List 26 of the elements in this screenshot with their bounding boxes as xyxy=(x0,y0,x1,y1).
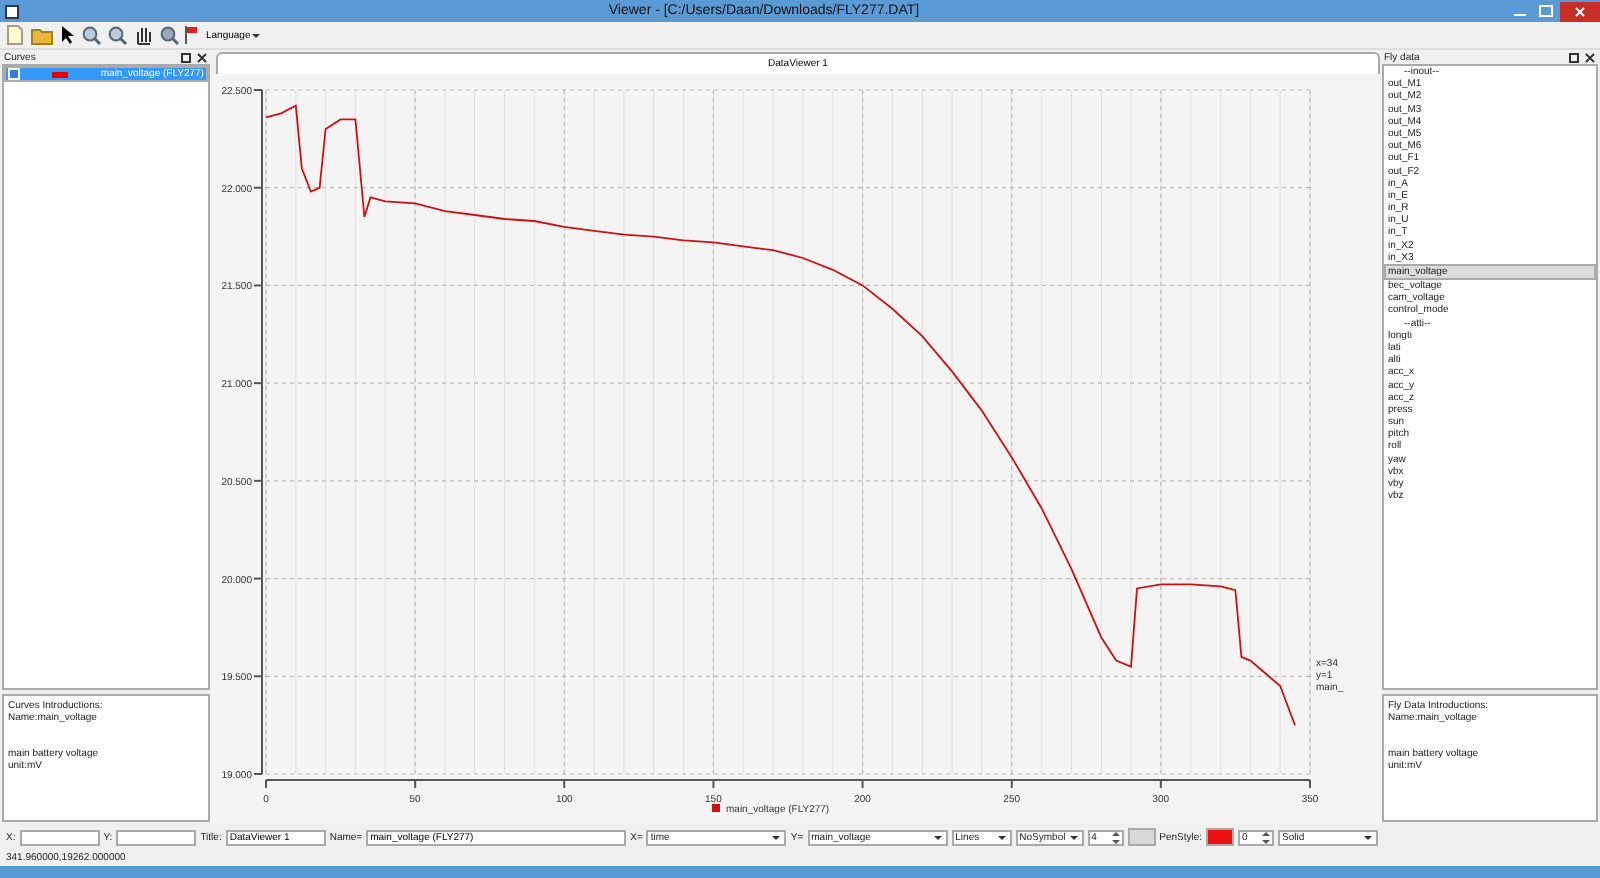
zoom-icon[interactable] xyxy=(158,24,180,46)
caret-icon xyxy=(772,833,783,841)
caret-icon xyxy=(997,833,1008,841)
hand-icon[interactable] xyxy=(132,24,154,46)
caret-icon xyxy=(1364,833,1375,841)
restore-icon[interactable] xyxy=(1534,2,1558,20)
color-button[interactable] xyxy=(1127,828,1156,846)
zoom-in-icon[interactable] xyxy=(80,24,102,46)
close-icon[interactable] xyxy=(196,51,208,63)
app-icon xyxy=(4,3,20,19)
pointer-icon[interactable] xyxy=(58,24,76,46)
pen-color-button[interactable] xyxy=(1206,828,1235,846)
caret-icon xyxy=(252,31,263,39)
y-input[interactable] xyxy=(116,829,197,845)
caret-icon xyxy=(1069,833,1080,841)
spin-icon xyxy=(1262,831,1271,843)
close-icon[interactable] xyxy=(1584,51,1596,63)
checkbox[interactable] xyxy=(8,68,20,80)
spin-icon xyxy=(1111,831,1120,843)
caret-icon xyxy=(933,833,944,841)
float-icon[interactable] xyxy=(180,51,192,63)
x-input[interactable] xyxy=(19,829,100,845)
flag-icon xyxy=(184,24,200,46)
legend-marker xyxy=(712,804,720,812)
float-icon[interactable] xyxy=(1568,51,1580,63)
zoom-out-icon[interactable] xyxy=(106,24,128,46)
